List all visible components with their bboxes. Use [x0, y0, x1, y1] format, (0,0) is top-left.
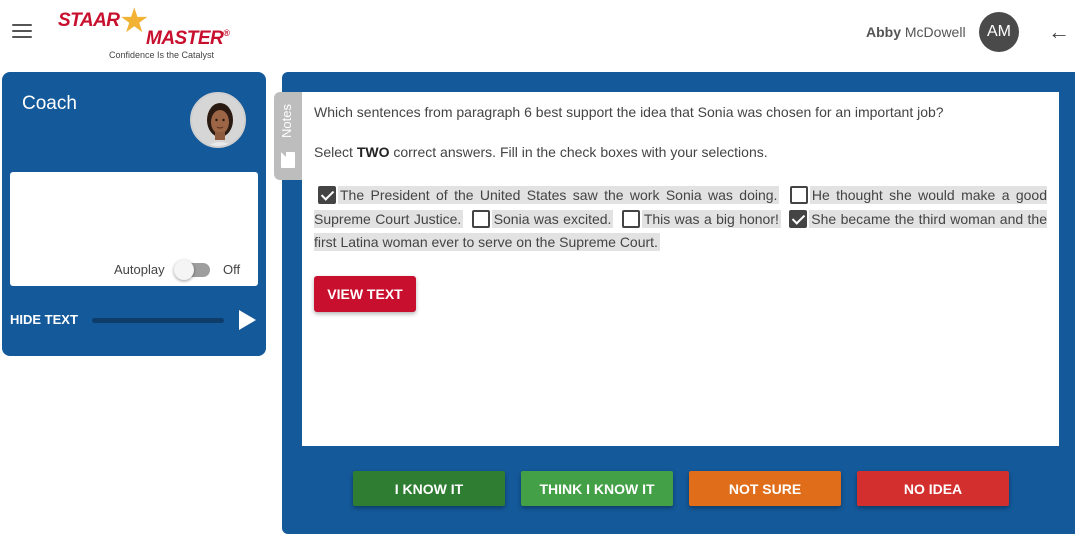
think-i-know-it-button[interactable]: THINK I KNOW IT	[521, 471, 673, 506]
avatar[interactable]: AM	[979, 12, 1019, 52]
coach-panel: Coach Autoplay Off HIDE TEXT	[2, 72, 266, 356]
notes-tab[interactable]: Notes	[274, 92, 302, 180]
i-know-it-button[interactable]: I KNOW IT	[353, 471, 505, 506]
play-icon[interactable]	[239, 310, 256, 330]
view-text-button[interactable]: VIEW TEXT	[314, 276, 416, 312]
user-last-name: McDowell	[904, 24, 966, 40]
answer-sentence-3[interactable]: Sonia was excited.	[491, 209, 614, 228]
answer-checkbox-1[interactable]	[318, 186, 336, 204]
answer-passage: The President of the United States saw t…	[314, 184, 1047, 255]
answer-sentence-1[interactable]: The President of the United States saw t…	[338, 186, 780, 204]
answer-checkbox-5[interactable]	[789, 209, 808, 228]
app-header: ★ STAAR MASTER® Confidence Is the Cataly…	[0, 0, 1075, 66]
logo-tagline: Confidence Is the Catalyst	[109, 50, 215, 60]
no-idea-button[interactable]: NO IDEA	[857, 471, 1009, 506]
coach-avatar	[190, 92, 246, 148]
autoplay-toggle[interactable]	[174, 260, 210, 280]
user-first-name: Abby	[866, 24, 901, 40]
answer-checkbox-3[interactable]	[471, 209, 490, 228]
coach-title: Coach	[22, 93, 77, 114]
question-prompt: Which sentences from paragraph 6 best su…	[314, 104, 944, 120]
hide-text-button[interactable]: HIDE TEXT	[10, 312, 78, 327]
answer-checkbox-4[interactable]	[621, 209, 640, 228]
answer-sentence-4[interactable]: This was a big honor!	[641, 209, 781, 228]
logo-star-icon: ★	[119, 2, 150, 40]
answer-checkbox-2[interactable]	[789, 186, 808, 204]
audio-progress-bar[interactable]	[92, 318, 224, 323]
arrow-left-icon[interactable]: ←	[1046, 18, 1072, 46]
question-content: Which sentences from paragraph 6 best su…	[302, 92, 1059, 446]
autoplay-label: Autoplay	[114, 262, 165, 277]
staar-master-logo[interactable]: ★ STAAR MASTER® Confidence Is the Cataly…	[56, 4, 246, 62]
autoplay-state: Off	[223, 262, 241, 277]
notes-label: Notes	[279, 104, 294, 138]
logo-word-master: MASTER®	[146, 28, 230, 49]
toggle-knob	[174, 260, 194, 280]
logo-word-staar: STAAR	[58, 10, 120, 31]
hamburger-menu-icon[interactable]	[12, 24, 32, 40]
user-name: Abby McDowell	[866, 24, 966, 40]
note-icon	[281, 152, 295, 168]
question-instruction: Select TWO correct answers. Fill in the …	[314, 144, 768, 160]
not-sure-button[interactable]: NOT SURE	[689, 471, 841, 506]
coach-speech-box: Autoplay Off	[10, 172, 258, 286]
